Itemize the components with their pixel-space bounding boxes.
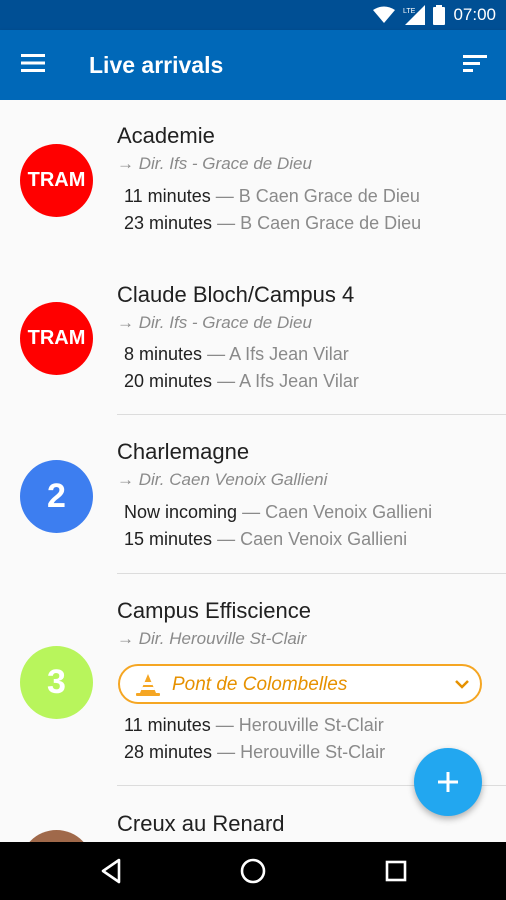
arrival-row: 20 minutes — A Ifs Jean Vilar (124, 369, 359, 393)
traffic-cone-icon (136, 674, 160, 696)
home-icon (240, 858, 266, 884)
home-button[interactable] (236, 854, 270, 888)
line-badge: 2 (20, 460, 93, 533)
stop-name: Creux au Renard (117, 811, 285, 836)
cell-signal-icon: LTE (403, 5, 426, 25)
arrival-row: 11 minutes — Herouville St-Clair (124, 713, 384, 737)
status-icons: LTE 07:00 (373, 0, 496, 30)
list-item[interactable]: TRAM Claude Bloch/Campus 4 → Dir. Ifs - … (0, 258, 506, 415)
status-time: 07:00 (453, 5, 496, 24)
arrival-time: 20 minutes (124, 371, 213, 391)
back-button[interactable] (94, 854, 128, 888)
arrival-time: 23 minutes (124, 213, 213, 233)
status-bar: LTE 07:00 (0, 0, 506, 30)
arrival-time: 15 minutes (124, 529, 213, 549)
line-badge: TRAM (20, 144, 93, 217)
arrival-time: 8 minutes (124, 344, 203, 364)
hamburger-menu-icon (21, 54, 45, 72)
arrival-row: 15 minutes — Caen Venoix Gallieni (124, 527, 407, 551)
arrival-time: 28 minutes (124, 742, 213, 762)
wifi-icon (373, 6, 396, 23)
stop-direction: → Dir. Caen Venoix Gallieni (117, 470, 328, 489)
arrival-destination: — Caen Venoix Gallieni (217, 529, 408, 549)
stop-name: Campus Effiscience (117, 598, 312, 623)
arrival-destination: — Herouville St-Clair (217, 742, 386, 762)
arrival-destination: — B Caen Grace de Dieu (217, 213, 422, 233)
sort-icon (463, 55, 487, 72)
line-badge (20, 830, 93, 842)
plus-icon (438, 772, 458, 792)
arrival-time: 11 minutes (124, 715, 211, 735)
arrival-row: 28 minutes — Herouville St-Clair (124, 740, 385, 764)
battery-icon (433, 5, 446, 25)
stop-direction: → Dir. Herouville St-Clair (117, 629, 307, 648)
recents-button[interactable] (379, 854, 413, 888)
alert-text: Pont de Colombelles (172, 674, 348, 695)
arrival-time: 11 minutes (124, 186, 211, 206)
chevron-down-icon (455, 680, 469, 689)
recents-icon (385, 860, 407, 882)
disruption-alert-dropdown[interactable]: Pont de Colombelles (118, 664, 482, 704)
arrival-row: 23 minutes — B Caen Grace de Dieu (124, 211, 421, 235)
stop-direction: → Dir. Ifs - Grace de Dieu (117, 313, 312, 332)
arrival-row: 11 minutes — B Caen Grace de Dieu (124, 184, 420, 208)
arrival-time: Now incoming (124, 502, 238, 522)
list-item[interactable]: 2 Charlemagne → Dir. Caen Venoix Gallien… (0, 415, 506, 574)
back-icon (101, 858, 121, 884)
page-title: Live arrivals (89, 52, 224, 78)
stop-direction: → Dir. Ifs - Grace de Dieu (117, 154, 312, 173)
list-item[interactable]: TRAM Academie → Dir. Ifs - Grace de Dieu… (0, 100, 506, 258)
arrival-destination: — B Caen Grace de Dieu (215, 186, 420, 206)
line-badge: 3 (20, 646, 93, 719)
network-label: LTE (403, 8, 416, 15)
arrival-destination: — A Ifs Jean Vilar (207, 344, 349, 364)
stop-name: Charlemagne (117, 439, 250, 464)
add-stop-button[interactable] (414, 748, 482, 816)
line-badge: TRAM (20, 302, 93, 375)
arrival-row: Now incoming — Caen Venoix Gallieni (124, 500, 432, 524)
sort-button[interactable] (462, 52, 490, 78)
arrival-destination: — Herouville St-Clair (215, 715, 384, 735)
app-bar: Live arrivals (0, 30, 506, 100)
system-nav-bar (0, 842, 506, 900)
arrival-row: 8 minutes — A Ifs Jean Vilar (124, 342, 349, 366)
arrival-destination: — A Ifs Jean Vilar (217, 371, 359, 391)
arrivals-list: TRAM Academie → Dir. Ifs - Grace de Dieu… (0, 100, 506, 842)
arrival-destination: — Caen Venoix Gallieni (242, 502, 433, 522)
menu-button[interactable] (20, 52, 50, 78)
stop-name: Academie (117, 123, 215, 148)
stop-name: Claude Bloch/Campus 4 (117, 282, 355, 307)
